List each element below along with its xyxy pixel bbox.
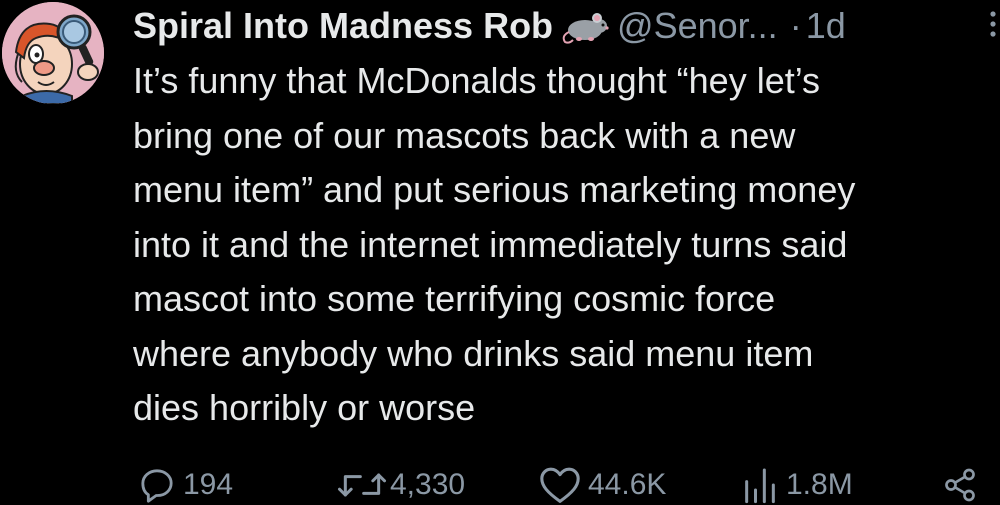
post-time[interactable]: 1d [806, 5, 846, 46]
share-icon [945, 468, 975, 501]
action-bar: 194 4,330 44.6K 1.8M [0, 464, 1000, 505]
like-count: 44.6K [588, 467, 667, 501]
user-handle[interactable]: @Senor... [617, 5, 778, 46]
tweet-text: It’s funny that McDonalds thought “hey l… [133, 60, 856, 428]
display-name[interactable]: Spiral Into Madness Rob [133, 5, 553, 46]
views-count: 1.8M [786, 467, 853, 501]
repost-icon [338, 473, 386, 496]
heart-icon [540, 467, 580, 503]
views-button[interactable]: 1.8M [740, 464, 853, 505]
more-vertical-icon[interactable] [986, 6, 1000, 46]
avatar[interactable] [2, 2, 104, 104]
views-icon [745, 468, 775, 503]
share-button[interactable] [942, 464, 978, 505]
like-button[interactable]: 44.6K [538, 464, 666, 505]
reply-icon [141, 468, 173, 503]
reply-count: 194 [183, 467, 234, 501]
reply-button[interactable]: 194 [137, 464, 233, 505]
rat-emoji-icon [561, 6, 611, 46]
tweet: Spiral Into Madness Rob @Senor... · 1d It’… [0, 0, 1000, 505]
tweet-header: Spiral Into Madness Rob @Senor... · 1d [133, 2, 1000, 50]
repost-count: 4,330 [390, 467, 466, 501]
repost-button[interactable]: 4,330 [336, 464, 465, 505]
avatar-illustration [2, 2, 104, 104]
separator-dot: · [789, 5, 802, 46]
